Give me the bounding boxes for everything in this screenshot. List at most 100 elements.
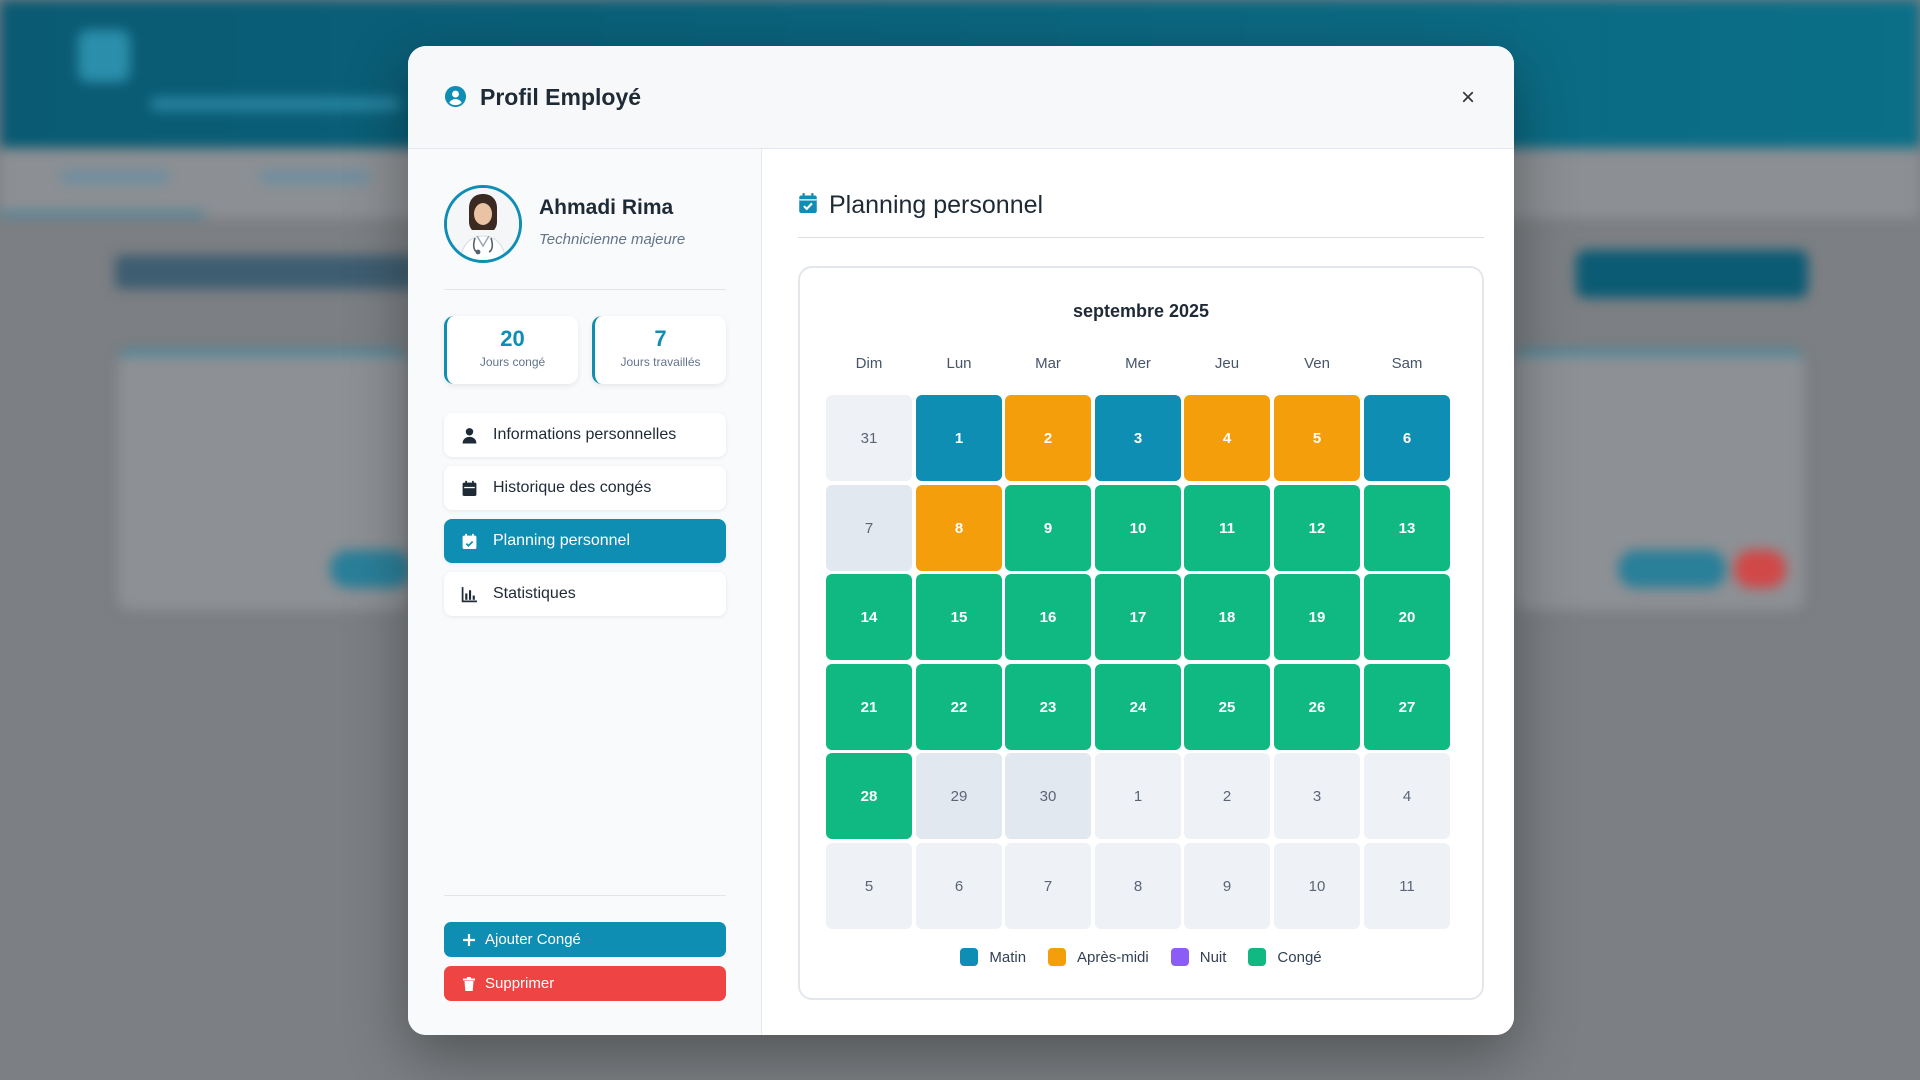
calendar-day[interactable]: 31 xyxy=(826,395,912,481)
calendar-day[interactable]: 21 xyxy=(826,664,912,750)
calendar-day[interactable]: 18 xyxy=(1184,574,1270,660)
stat-value: 7 xyxy=(654,326,667,351)
avatar xyxy=(444,185,522,263)
calendar-day[interactable]: 6 xyxy=(916,843,1002,929)
legend-item-matin: Matin xyxy=(960,948,1026,966)
calendar-day[interactable]: 4 xyxy=(1364,753,1450,839)
delete-button[interactable]: Supprimer xyxy=(444,966,726,1001)
close-icon: × xyxy=(1460,84,1475,111)
stat-card-leave-days: 20 Jours congé xyxy=(444,316,578,384)
modal-title: Profil Employé xyxy=(480,84,642,110)
modal-header: Profil Employé × xyxy=(408,46,1514,149)
calendar-day[interactable]: 16 xyxy=(1005,574,1091,660)
stat-value: 20 xyxy=(500,326,525,351)
background-page-title xyxy=(115,255,415,289)
add-leave-button[interactable]: Ajouter Congé xyxy=(444,922,726,957)
calendar-day[interactable]: 12 xyxy=(1274,485,1360,571)
nav-item-personal-info[interactable]: Informations personnelles xyxy=(444,413,726,457)
calendar-day[interactable]: 17 xyxy=(1095,574,1181,660)
nav-item-label: Informations personnelles xyxy=(493,426,677,443)
calendar-day[interactable]: 28 xyxy=(826,753,912,839)
delete-label: Supprimer xyxy=(485,975,555,992)
nav-item-label: Planning personnel xyxy=(493,532,630,549)
divider xyxy=(444,289,726,290)
weekday-header: Lun xyxy=(946,355,972,372)
legend-label: Nuit xyxy=(1199,948,1227,966)
nav-item-leave-history[interactable]: Historique des congés xyxy=(444,466,726,510)
background-subtitle xyxy=(150,98,400,110)
background-logo xyxy=(78,30,130,82)
calendar-day[interactable]: 20 xyxy=(1364,574,1450,660)
calendar-check-icon xyxy=(798,192,818,214)
calendar-day[interactable]: 5 xyxy=(826,843,912,929)
divider xyxy=(798,237,1484,238)
calendar-day[interactable]: 6 xyxy=(1364,395,1450,481)
divider xyxy=(444,895,726,896)
legend-label: Après-midi xyxy=(1077,948,1149,966)
profile-sidebar: Ahmadi Rima Technicienne majeure 20 Jour… xyxy=(408,149,762,1035)
calendar-day[interactable]: 26 xyxy=(1274,664,1360,750)
calendar-day[interactable]: 29 xyxy=(916,753,1002,839)
calendar-day[interactable]: 3 xyxy=(1095,395,1181,481)
calendar-day[interactable]: 7 xyxy=(1005,843,1091,929)
calendar-day[interactable]: 11 xyxy=(1184,485,1270,571)
employee-name: Ahmadi Rima xyxy=(539,196,674,219)
plus-icon xyxy=(461,932,477,948)
calendar-day[interactable]: 1 xyxy=(916,395,1002,481)
nav-item-label: Historique des congés xyxy=(493,479,652,496)
bar-chart-icon xyxy=(461,586,478,603)
calendar-day[interactable]: 22 xyxy=(916,664,1002,750)
calendar-day[interactable]: 19 xyxy=(1274,574,1360,660)
calendar-check-icon xyxy=(461,533,478,550)
calendar-day[interactable]: 8 xyxy=(1095,843,1181,929)
calendar-day[interactable]: 14 xyxy=(826,574,912,660)
legend-swatch xyxy=(1170,948,1189,966)
background-tab-indicator xyxy=(0,212,205,216)
nav-item-statistics[interactable]: Statistiques xyxy=(444,572,726,616)
user-icon xyxy=(461,427,478,444)
calendar-day[interactable]: 2 xyxy=(1005,395,1091,481)
calendar-day[interactable]: 9 xyxy=(1005,485,1091,571)
calendar-day[interactable]: 25 xyxy=(1184,664,1270,750)
calendar-day[interactable]: 10 xyxy=(1274,843,1360,929)
calendar-day[interactable]: 15 xyxy=(916,574,1002,660)
background-chip xyxy=(330,550,410,588)
calendar-day[interactable]: 27 xyxy=(1364,664,1450,750)
background-tab xyxy=(260,170,370,184)
background-chip xyxy=(1618,550,1726,588)
calendar-day[interactable]: 30 xyxy=(1005,753,1091,839)
calendar-day[interactable]: 10 xyxy=(1095,485,1181,571)
section-title: Planning personnel xyxy=(829,191,1044,219)
calendar-day[interactable]: 23 xyxy=(1005,664,1091,750)
calendar-day[interactable]: 13 xyxy=(1364,485,1450,571)
weekday-header: Dim xyxy=(855,355,883,372)
employee-profile-modal: Profil Employé × Ahmadi Rima Technicienn… xyxy=(408,46,1514,1035)
legend-swatch xyxy=(1048,948,1067,966)
calendar-day[interactable]: 4 xyxy=(1184,395,1270,481)
trash-icon xyxy=(461,976,477,992)
calendar-day[interactable]: 3 xyxy=(1274,753,1360,839)
nav-item-label: Statistiques xyxy=(493,585,576,602)
background-button xyxy=(1576,250,1808,298)
calendar-day[interactable]: 9 xyxy=(1184,843,1270,929)
calendar-legend: Matin Après-midi Nuit Congé xyxy=(800,948,1482,966)
close-button[interactable]: × xyxy=(1452,82,1484,114)
legend-item-apres-midi: Après-midi xyxy=(1048,948,1149,966)
nav-item-personal-planning[interactable]: Planning personnel xyxy=(444,519,726,563)
legend-item-conge: Congé xyxy=(1248,948,1322,966)
calendar-day[interactable]: 5 xyxy=(1274,395,1360,481)
planning-panel: Planning personnel septembre 2025 Dim Lu… xyxy=(763,149,1514,1035)
weekday-header: Mer xyxy=(1125,355,1151,372)
calendar-day[interactable]: 24 xyxy=(1095,664,1181,750)
calendar-day[interactable]: 2 xyxy=(1184,753,1270,839)
calendar-day[interactable]: 8 xyxy=(916,485,1002,571)
legend-swatch xyxy=(960,948,979,966)
calendar-day[interactable]: 1 xyxy=(1095,753,1181,839)
legend-swatch xyxy=(1248,948,1267,966)
calendar-day[interactable]: 7 xyxy=(826,485,912,571)
weekday-header: Sam xyxy=(1391,355,1423,372)
calendar-day[interactable]: 11 xyxy=(1364,843,1450,929)
background-chip xyxy=(1734,550,1786,588)
legend-label: Congé xyxy=(1277,948,1322,966)
background-tab xyxy=(60,170,170,184)
